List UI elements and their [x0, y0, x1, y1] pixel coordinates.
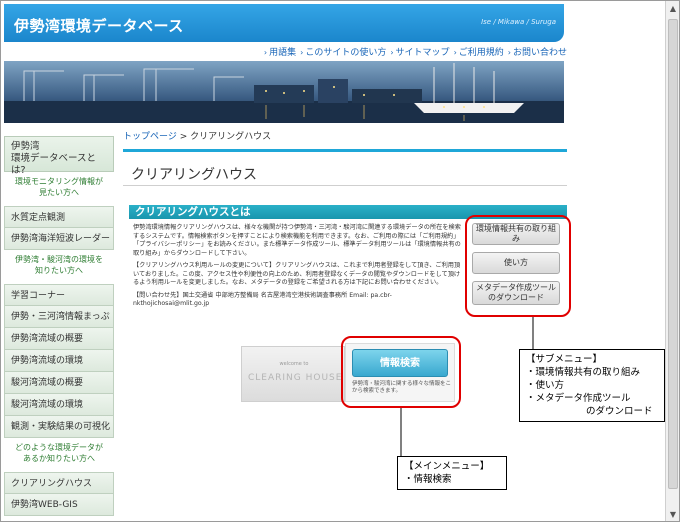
submenu-callout: 【サブメニュー】 ・環境情報共有の取り組み ・使い方 ・メタデータ作成ツール の…	[519, 349, 665, 422]
mainmenu-callout-title: 【メインメニュー】	[404, 461, 490, 472]
submenu-callout-item: ・メタデータ作成ツール	[526, 393, 631, 404]
callout-connectors	[400, 317, 534, 456]
mainmenu-callout: 【メインメニュー】 ・情報検索	[397, 456, 507, 490]
submenu-callout-item: ・使い方	[526, 380, 565, 391]
submenu-callout-title: 【サブメニュー】	[526, 354, 603, 365]
submenu-callout-item: のダウンロード	[586, 406, 653, 417]
vertical-scrollbar[interactable]: ▲ ▼	[665, 1, 679, 521]
scroll-down-arrow-icon[interactable]: ▼	[667, 508, 679, 521]
scroll-up-arrow-icon[interactable]: ▲	[667, 2, 679, 16]
submenu-callout-item: ・環境情報共有の取り組み	[526, 367, 641, 378]
browser-window: 伊勢湾環境データベース Ise / Mikawa / Suruga › 用語集 ›…	[0, 0, 680, 522]
scroll-thumb[interactable]	[668, 19, 678, 489]
mainmenu-callout-item: ・情報検索	[404, 474, 452, 485]
